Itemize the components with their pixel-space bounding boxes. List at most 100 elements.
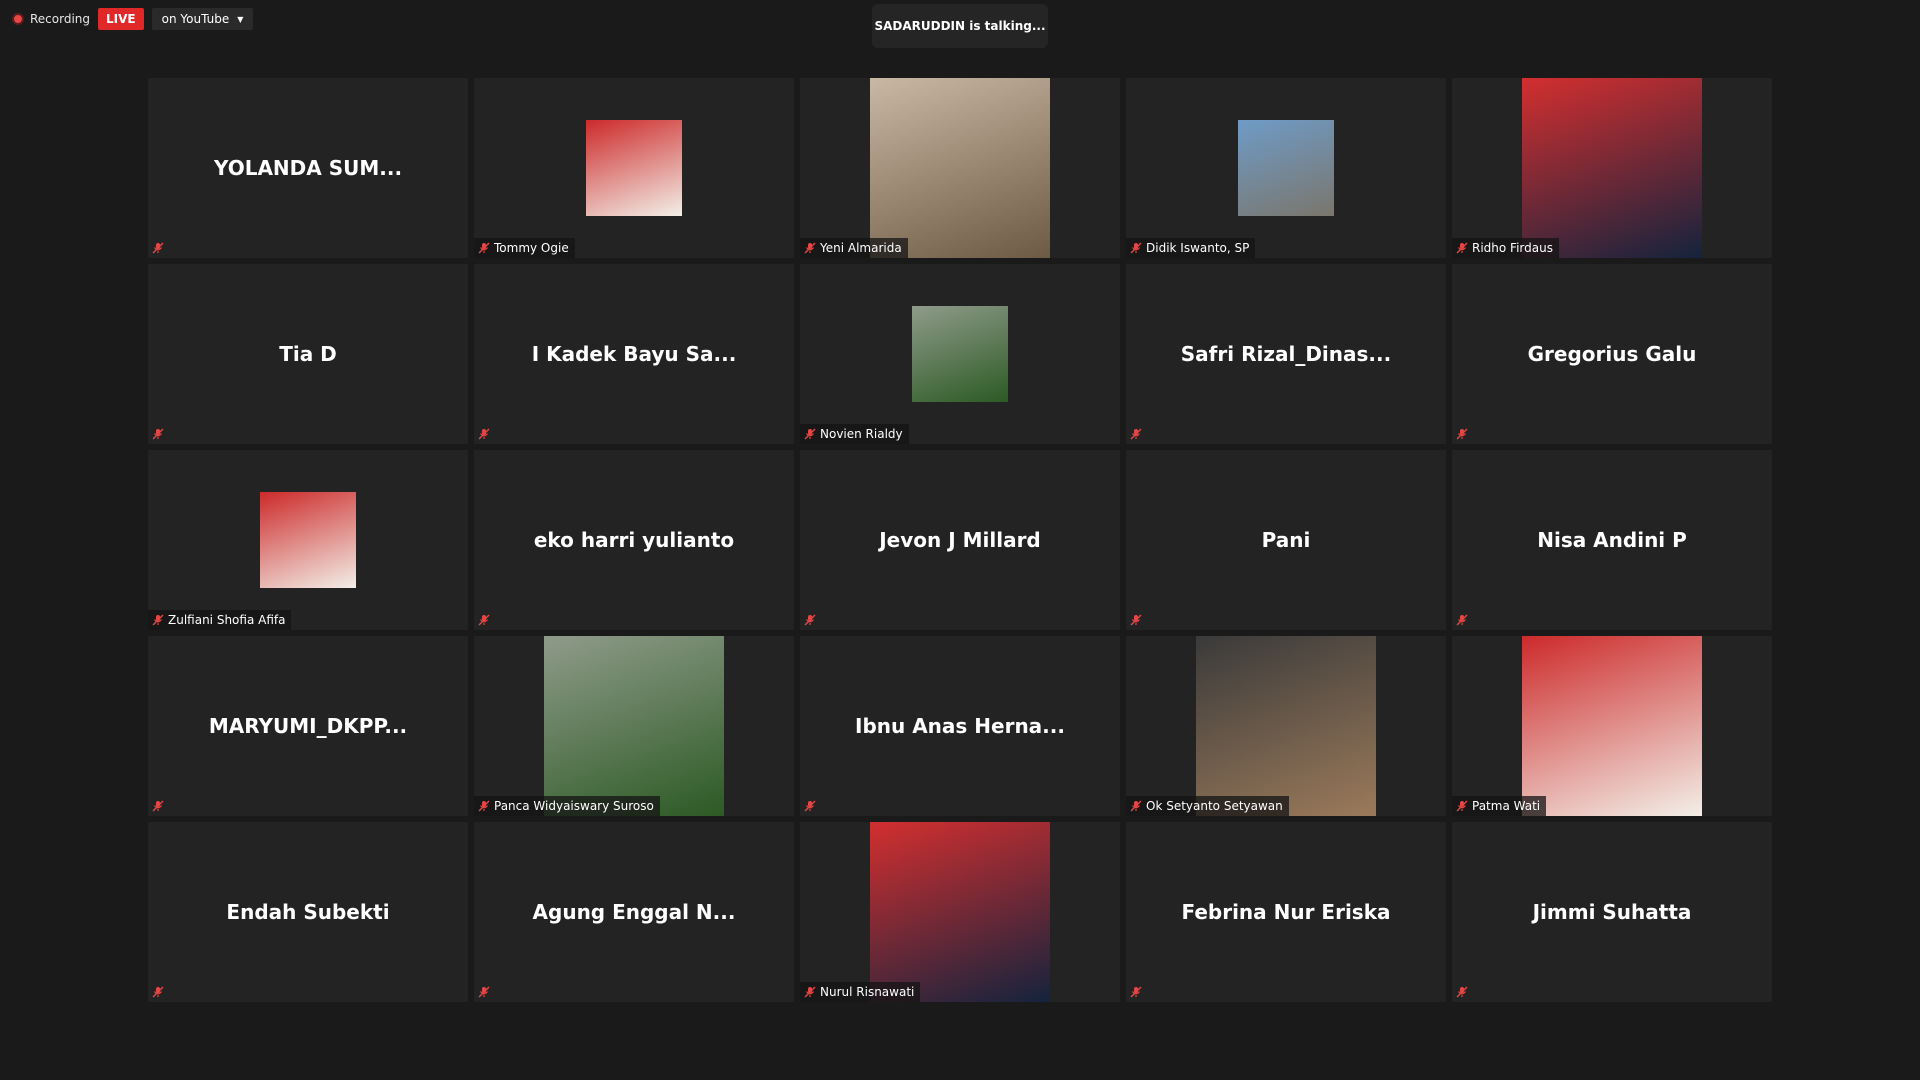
- participant-name-label: Ridho Firdaus: [1452, 238, 1559, 258]
- participant-name-label: Didik Iswanto, SP: [1126, 238, 1256, 258]
- participant-display-name: Agung Enggal N...: [532, 900, 736, 924]
- mic-muted-icon: [1130, 242, 1142, 254]
- participant-display-name: Ibnu Anas Herna...: [855, 714, 1065, 738]
- participant-name-label: Patma Wati: [1452, 796, 1547, 816]
- participant-tile[interactable]: Gregorius Galu: [1452, 264, 1772, 444]
- participant-name-label: Novien Rialdy: [800, 424, 909, 444]
- participant-name-label: Zulfiani Shofia Afifa: [148, 610, 292, 630]
- participant-display-name: Safri Rizal_Dinas...: [1180, 342, 1392, 366]
- mic-muted-icon: [478, 428, 490, 440]
- mic-muted-icon: [1456, 242, 1468, 254]
- participant-name-label: [1452, 610, 1474, 630]
- participant-name-label: Tommy Ogie: [474, 238, 575, 258]
- active-speaker-banner: SADARUDDIN is talking...: [872, 4, 1048, 48]
- participant-display-name: Endah Subekti: [226, 900, 390, 924]
- participant-tile[interactable]: Patma Wati: [1452, 636, 1772, 816]
- mic-muted-icon: [804, 242, 816, 254]
- participant-name-label: [148, 796, 170, 816]
- participant-name-label: Ok Setyanto Setyawan: [1126, 796, 1289, 816]
- mic-muted-icon: [152, 242, 164, 254]
- participant-tile[interactable]: Ibnu Anas Herna...: [800, 636, 1120, 816]
- participant-name-label: Panca Widyaiswary Suroso: [474, 796, 660, 816]
- participant-name: Tommy Ogie: [494, 241, 569, 255]
- youtube-stream-dropdown[interactable]: on YouTube ▼: [151, 8, 254, 30]
- participant-name: Didik Iswanto, SP: [1146, 241, 1250, 255]
- participant-name: Novien Rialdy: [820, 427, 903, 441]
- recording-indicator[interactable]: Recording: [12, 12, 90, 26]
- participant-name-label: [1126, 424, 1148, 444]
- mic-muted-icon: [152, 428, 164, 440]
- participant-tile[interactable]: Panca Widyaiswary Suroso: [474, 636, 794, 816]
- participant-display-name: Jimmi Suhatta: [1532, 900, 1692, 924]
- participant-name-label: [1126, 982, 1148, 1002]
- participant-display-name: Gregorius Galu: [1527, 342, 1697, 366]
- participant-tile[interactable]: Pani: [1126, 450, 1446, 630]
- participant-name-label: [148, 424, 170, 444]
- participant-video: [1238, 120, 1334, 216]
- participant-name: Ridho Firdaus: [1472, 241, 1553, 255]
- participant-tile[interactable]: Jevon J Millard: [800, 450, 1120, 630]
- participant-name: Nurul Risnawati: [820, 985, 915, 999]
- participant-name-label: [474, 424, 496, 444]
- participant-tile[interactable]: Ok Setyanto Setyawan: [1126, 636, 1446, 816]
- participant-tile[interactable]: Zulfiani Shofia Afifa: [148, 450, 468, 630]
- participant-name-label: [474, 610, 496, 630]
- mic-muted-icon: [1456, 986, 1468, 998]
- mic-muted-icon: [1456, 428, 1468, 440]
- participant-tile[interactable]: I Kadek Bayu Sa...: [474, 264, 794, 444]
- participant-display-name: Febrina Nur Eriska: [1181, 900, 1391, 924]
- participant-name-label: [148, 982, 170, 1002]
- participant-name: Ok Setyanto Setyawan: [1146, 799, 1283, 813]
- live-badge: LIVE: [98, 8, 144, 30]
- gallery-grid: YOLANDA SUM... Tommy Ogie Yeni Almarida Did…: [148, 78, 1774, 1002]
- mic-muted-icon: [804, 428, 816, 440]
- participant-tile[interactable]: Safri Rizal_Dinas...: [1126, 264, 1446, 444]
- youtube-label: on YouTube: [161, 12, 230, 26]
- mic-muted-icon: [152, 614, 164, 626]
- participant-name-label: [1452, 424, 1474, 444]
- participant-tile[interactable]: YOLANDA SUM...: [148, 78, 468, 258]
- participant-name-label: Nurul Risnawati: [800, 982, 921, 1002]
- participant-tile[interactable]: Novien Rialdy: [800, 264, 1120, 444]
- participant-tile[interactable]: Ridho Firdaus: [1452, 78, 1772, 258]
- participant-tile[interactable]: Yeni Almarida: [800, 78, 1120, 258]
- mic-muted-icon: [804, 986, 816, 998]
- participant-name-label: [1452, 982, 1474, 1002]
- participant-tile[interactable]: Jimmi Suhatta: [1452, 822, 1772, 1002]
- participant-name: Yeni Almarida: [820, 241, 902, 255]
- mic-muted-icon: [152, 986, 164, 998]
- participant-tile[interactable]: Agung Enggal N...: [474, 822, 794, 1002]
- mic-muted-icon: [152, 800, 164, 812]
- participant-display-name: Jevon J Millard: [879, 528, 1041, 552]
- participant-name: Patma Wati: [1472, 799, 1541, 813]
- mic-muted-icon: [1130, 986, 1142, 998]
- participant-video: [870, 822, 1050, 1002]
- participant-name-label: [474, 982, 496, 1002]
- mic-muted-icon: [1456, 614, 1468, 626]
- participant-tile[interactable]: MARYUMI_DKPP...: [148, 636, 468, 816]
- participant-video: [260, 492, 356, 588]
- participant-tile[interactable]: eko harri yulianto: [474, 450, 794, 630]
- participant-tile[interactable]: Endah Subekti: [148, 822, 468, 1002]
- participant-name-label: [800, 610, 822, 630]
- participant-display-name: Nisa Andini P: [1537, 528, 1687, 552]
- mic-muted-icon: [478, 986, 490, 998]
- participant-tile[interactable]: Didik Iswanto, SP: [1126, 78, 1446, 258]
- mic-muted-icon: [1130, 800, 1142, 812]
- mic-muted-icon: [804, 614, 816, 626]
- mic-muted-icon: [1456, 800, 1468, 812]
- participant-name: Zulfiani Shofia Afifa: [168, 613, 286, 627]
- mic-muted-icon: [1130, 614, 1142, 626]
- participant-tile[interactable]: Tia D: [148, 264, 468, 444]
- top-status-bar: Recording LIVE on YouTube ▼: [12, 8, 254, 30]
- chevron-down-icon: ▼: [237, 14, 244, 24]
- participant-video: [586, 120, 682, 216]
- participant-tile[interactable]: Tommy Ogie: [474, 78, 794, 258]
- participant-tile[interactable]: Nisa Andini P: [1452, 450, 1772, 630]
- participant-display-name: YOLANDA SUM...: [213, 156, 403, 180]
- participant-name: Panca Widyaiswary Suroso: [494, 799, 654, 813]
- participant-tile[interactable]: Nurul Risnawati: [800, 822, 1120, 1002]
- participant-display-name: eko harri yulianto: [533, 528, 735, 552]
- participant-tile[interactable]: Febrina Nur Eriska: [1126, 822, 1446, 1002]
- participant-display-name: Pani: [1261, 528, 1311, 552]
